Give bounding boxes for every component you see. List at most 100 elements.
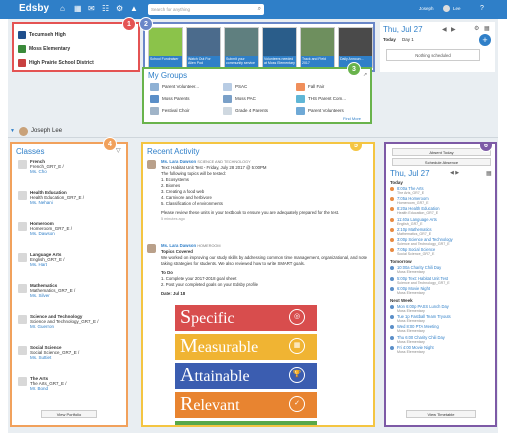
alerts-icon[interactable]: ▲ [130, 4, 138, 13]
school-item[interactable]: Moss Elementary [18, 44, 136, 54]
class-item[interactable]: Homeroom Homeroom_GR7_E / Ms. Dawson [18, 220, 121, 242]
group-item[interactable]: Parent Volunteer... [150, 82, 220, 92]
student-name[interactable]: Joseph Lee [31, 128, 62, 134]
calendar-prev-icon[interactable]: ◀ [442, 26, 447, 33]
filter-icon[interactable]: ▽ [116, 147, 121, 154]
settings-icon[interactable]: ⚙ [116, 4, 123, 13]
class-teacher[interactable]: Ms. Dawson [30, 231, 55, 236]
group-item[interactable]: Moss PAC [223, 94, 293, 104]
event-source: Health Education_GR7_E [397, 211, 439, 216]
calendar-nav-icon[interactable]: ◀ ▶ [450, 170, 459, 176]
settings-icon[interactable]: ⚙ [474, 25, 479, 32]
announcements-panel: School Fundraiser Watch Out For Alien Pod… [139, 17, 375, 72]
view-portfolio-button[interactable]: View Portfolio [41, 410, 97, 418]
calendar-icon[interactable]: ▦ [486, 170, 492, 177]
absent-today-button[interactable]: Absent Today [392, 148, 491, 156]
author-avatar[interactable] [147, 160, 156, 169]
class-item[interactable]: The Arts The Arts_GR7_E / Mr. Bond [18, 375, 121, 397]
class-teacher[interactable]: Ms. Silver [30, 293, 50, 298]
school-item[interactable]: High Prairie School District [18, 58, 136, 68]
class-teacher[interactable]: Mr. Bond [30, 386, 48, 391]
calendar-event[interactable]: 8:20a Health Education Health Education_G… [390, 206, 490, 215]
class-teacher[interactable]: Mr. Guerron [30, 324, 54, 329]
calendar-event[interactable]: Mon 6:00p PASS Lunch Day Moss Elementary [390, 304, 490, 313]
home-icon[interactable]: ⌂ [60, 4, 65, 13]
user-avatar[interactable] [443, 5, 450, 12]
calendar-event[interactable]: Thu 6:00 Charity Chili Day Moss Elementar… [390, 335, 490, 344]
class-item[interactable]: Language Arts English_GR7_E / Ms. Hart [18, 251, 121, 273]
calendar-section-heading: Next Week [390, 298, 413, 303]
event-source: English_GR7_E [397, 221, 423, 226]
user-last-name[interactable]: Lee [453, 6, 461, 11]
class-text: Health Education Health Education_GR7_E /… [30, 190, 120, 205]
announcement-tile[interactable]: School Fundraiser [148, 27, 183, 68]
user-name[interactable]: Joseph [419, 6, 434, 11]
group-item[interactable]: THS Parent Com... [296, 94, 366, 104]
class-item[interactable]: Mathematics Mathematics_GR7_E / Ms. Silver [18, 282, 121, 304]
announcement-tile[interactable]: Watch Out For Alien Pod [186, 27, 221, 68]
calendar-event[interactable]: Wed 8:00 PTA Meeting Moss Elementary [390, 324, 490, 333]
calendar-icon[interactable]: ▦ [484, 25, 490, 32]
group-item[interactable]: Fall Fair [296, 82, 366, 92]
help-icon[interactable]: ? [480, 5, 484, 12]
author-avatar[interactable] [147, 244, 156, 253]
calendar-event[interactable]: Fri 4:00 Movie Night Moss Elementary [390, 345, 490, 354]
class-icon [18, 191, 27, 200]
annotation-badge-2: 2 [139, 17, 153, 31]
calendar-event[interactable]: 2:10p Mathematics Mathematics_GR7_E [390, 227, 490, 236]
class-teacher[interactable]: Ms. Suttiet [30, 355, 51, 360]
smart-symbol-icon: ✓ [289, 396, 305, 412]
calendar-event[interactable]: 3:00p Science and Technology Science and … [390, 237, 490, 246]
group-item[interactable]: PSAC [223, 82, 293, 92]
calendar-event[interactable]: Tue 1p Fastball Team Tryouts Moss Element… [390, 314, 490, 323]
smart-word: easurable [197, 339, 259, 356]
calendar-event[interactable]: 5:00p Text: Habitat Unit Test Science and… [390, 276, 490, 285]
group-icon [296, 83, 305, 91]
edsby-logo[interactable]: Edsby [19, 3, 49, 14]
smart-word: elevant [193, 397, 240, 414]
class-teacher[interactable]: Ms. Cho [30, 169, 47, 174]
class-item[interactable]: French French_GR7_E / Ms. Cho [18, 158, 121, 180]
find-more-link[interactable]: Find More [343, 116, 361, 121]
calendar-event[interactable]: 7:05p Social Science Social Science_GR7_E [390, 247, 490, 256]
class-teacher[interactable]: Ms. Nehani [30, 200, 53, 205]
event-dot-icon [390, 217, 394, 222]
calendar-event[interactable]: 11:40a Language Arts English_GR7_E [390, 217, 490, 226]
popout-icon[interactable]: ↗ [363, 72, 367, 78]
post-author[interactable]: Ms. Lara Dawson [161, 243, 196, 248]
calendar-event[interactable]: 10:00a Charity Chili Day Moss Elementary [390, 265, 490, 274]
post-author[interactable]: Ms. Lara Dawson [161, 159, 196, 164]
calendar-event[interactable]: 7:05a Homeroom Homeroom_GR7_E [390, 196, 490, 205]
messages-icon[interactable]: ✉ [88, 4, 95, 13]
calendar-event[interactable]: 6:00p Movie Night Moss Elementary [390, 286, 490, 295]
search-icon[interactable]: ⌕ [258, 4, 261, 15]
class-item[interactable]: Health Education Health Education_GR7_E /… [18, 189, 121, 211]
group-item[interactable]: Parent Volunteers [296, 106, 366, 116]
student-avatar[interactable] [19, 127, 28, 136]
group-item[interactable]: Moss Parents [150, 94, 220, 104]
calendar-event[interactable]: 8:00a The Arts The Arts_GR7_E [390, 186, 490, 195]
groups-icon[interactable]: ☷ [102, 4, 109, 13]
tile-caption: School Fundraiser [149, 56, 182, 67]
calendar-section-heading: Tomorrow [390, 259, 412, 265]
schedule-absence-button[interactable]: Schedule Absence [392, 158, 491, 166]
view-timetable-button[interactable]: View Timetable [406, 410, 476, 418]
group-item[interactable]: Grade 4 Parents [223, 106, 293, 116]
group-item[interactable]: Festival Choir [150, 106, 220, 116]
calendar-icon[interactable]: ▦ [74, 4, 82, 13]
event-dot-icon [390, 197, 394, 202]
class-item[interactable]: Social Science Social Science_GR7_E / Ms. … [18, 344, 121, 366]
tile-caption: Volunteers needed at Moss Elementary [263, 56, 296, 67]
class-item[interactable]: Science and Technology Science and Techno… [18, 313, 121, 335]
school-item[interactable]: Tecumseh High [18, 30, 136, 40]
calendar-next-icon[interactable]: ▶ [451, 26, 456, 33]
class-teacher[interactable]: Ms. Hart [30, 262, 47, 267]
add-event-icon[interactable]: + [479, 34, 491, 46]
collapse-icon[interactable]: ▼ [10, 128, 15, 134]
announcement-tile[interactable]: Submit your community service [224, 27, 259, 68]
event-dot-icon [390, 248, 394, 253]
search-input[interactable]: Search for anything ⌕ [148, 4, 264, 15]
announcement-tile[interactable]: Volunteers needed at Moss Elementary [262, 27, 297, 68]
announcement-tile[interactable]: Track and Field 2017 [300, 27, 335, 68]
topic-list-item: 5. Classification of environments [161, 201, 223, 206]
